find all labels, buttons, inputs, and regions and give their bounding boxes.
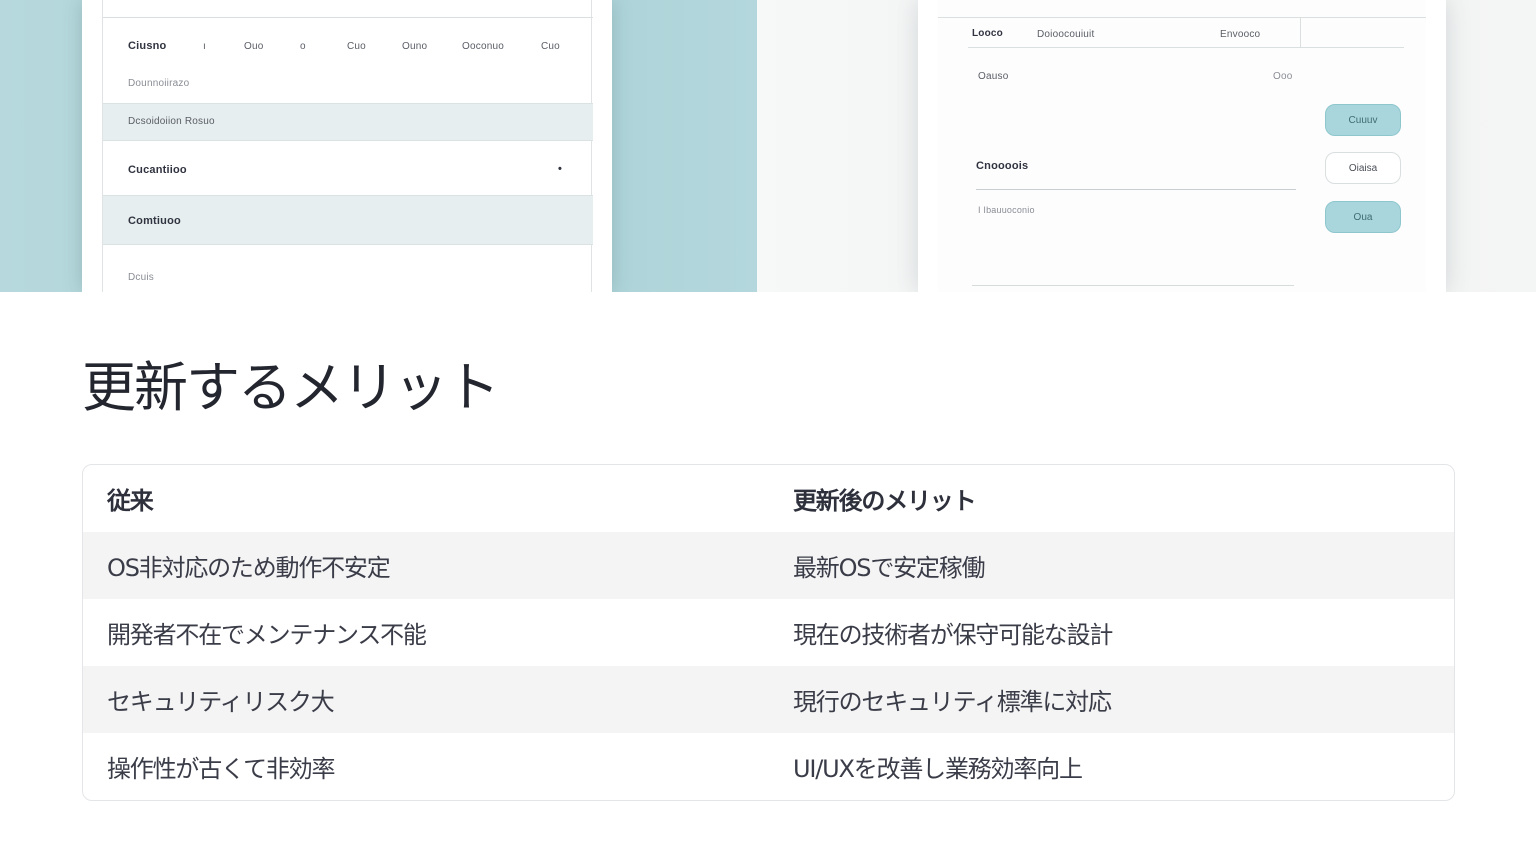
table-cell-legacy: OS非対応のため動作不安定 bbox=[107, 554, 391, 582]
comparison-table: 従来 更新後のメリット OS非対応のため動作不安定 最新OSで安定稼働 開発者不… bbox=[82, 464, 1455, 801]
table-cell-legacy: セキュリティリスク大 bbox=[107, 688, 335, 716]
mockup-row-label: Cnoooois bbox=[976, 160, 1029, 172]
mockup-col: ı bbox=[203, 41, 206, 52]
table-cell-benefit: 最新OSで安定稼働 bbox=[793, 554, 986, 582]
table-cell-benefit: UI/UXを改善し業務効率向上 bbox=[793, 755, 1083, 783]
mockup-col: Cuo bbox=[347, 41, 366, 52]
mockup-divider bbox=[938, 17, 1426, 18]
mockup-row-label: Cucantiioo bbox=[128, 164, 187, 176]
table-cell-legacy: 操作性が古くて非効率 bbox=[107, 755, 335, 783]
mockup-col: Ouo bbox=[244, 41, 264, 52]
table-header-benefit: 更新後のメリット bbox=[793, 487, 977, 515]
mockup-header-cell: Doioocouiuit bbox=[1037, 29, 1095, 40]
mockup-row-label: Dcuis bbox=[128, 272, 155, 283]
mockup-row-label: I Ibauuoconio bbox=[978, 205, 1035, 215]
mockup-button: Cuuuv bbox=[1325, 104, 1401, 136]
mockup-screen-modern: Looco Doioocouiuit Envooco Oauso Ooo Cuu… bbox=[938, 0, 1426, 292]
mockup-row-label: Dounnoiirazo bbox=[128, 78, 190, 89]
mockup-row-highlight: Comtiuoo bbox=[103, 195, 593, 245]
mockup-row-label: Ciusno bbox=[128, 40, 167, 52]
mockup-divider bbox=[972, 285, 1294, 286]
table-cell-benefit: 現行のセキュリティ標準に対応 bbox=[793, 688, 1112, 716]
table-row: OS非対応のため動作不安定 最新OSで安定稼働 bbox=[83, 532, 1454, 599]
page-title: 更新するメリット bbox=[82, 356, 500, 419]
mockup-screen-legacy: Ciusno ı Ouo o Cuo Ouno Ooconuo Cuo Doun… bbox=[102, 0, 593, 292]
mockup-row-value: Ooo bbox=[1273, 71, 1293, 82]
hero-illustration: Ciusno ı Ouo o Cuo Ouno Ooconuo Cuo Doun… bbox=[0, 0, 1536, 292]
mockup-divider bbox=[976, 189, 1296, 190]
mockup-dot-marker: • bbox=[558, 163, 563, 175]
table-cell-benefit: 現在の技術者が保守可能な設計 bbox=[793, 621, 1113, 649]
mockup-row-label: Dcsoidoiion Rosuo bbox=[128, 116, 215, 127]
mockup-button: Oua bbox=[1325, 201, 1401, 233]
table-header-legacy: 従来 bbox=[107, 487, 154, 515]
table-row: 操作性が古くて非効率 UI/UXを改善し業務効率向上 bbox=[83, 733, 1454, 800]
table-header-row: 従来 更新後のメリット bbox=[83, 465, 1454, 532]
table-row: セキュリティリスク大 現行のセキュリティ標準に対応 bbox=[83, 666, 1454, 733]
mockup-col: Cuo bbox=[541, 41, 560, 52]
mockup-col: Ooconuo bbox=[462, 41, 504, 52]
mockup-divider bbox=[1300, 17, 1301, 47]
table-cell-legacy: 開発者不在でメンテナンス不能 bbox=[107, 621, 427, 649]
mockup-row-label: Oauso bbox=[978, 71, 1009, 82]
mockup-divider bbox=[968, 47, 1404, 48]
mockup-divider bbox=[103, 17, 593, 18]
mockup-button: Oiaisa bbox=[1325, 152, 1401, 184]
table-row: 開発者不在でメンテナンス不能 現在の技術者が保守可能な設計 bbox=[83, 599, 1454, 666]
mockup-col: o bbox=[300, 41, 306, 52]
mockup-row-highlight: Dcsoidoiion Rosuo bbox=[103, 103, 593, 141]
mockup-header-cell: Envooco bbox=[1220, 29, 1261, 40]
mockup-col: Ouno bbox=[402, 41, 428, 52]
mockup-header-cell: Looco bbox=[972, 28, 1003, 39]
mockup-row-label: Comtiuoo bbox=[128, 215, 181, 227]
